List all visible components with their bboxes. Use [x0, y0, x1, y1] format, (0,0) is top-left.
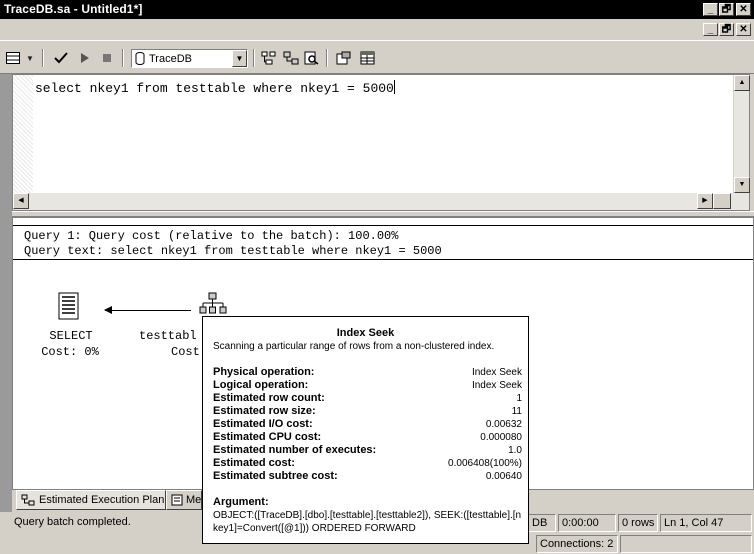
status-database: DB [528, 514, 556, 532]
magnifier-icon[interactable] [302, 49, 320, 67]
scroll-down-icon[interactable]: ▼ [734, 177, 750, 193]
tooltip-row: Logical operation: Index Seek [213, 379, 522, 392]
child-close-button[interactable]: ✕ [736, 23, 751, 36]
database-select[interactable]: TraceDB ▼ [131, 49, 248, 68]
property-name: Estimated row count: [213, 392, 325, 404]
property-name: Estimated cost: [213, 457, 295, 469]
tooltip-argument-label: Argument: [213, 496, 269, 508]
close-button[interactable]: ✕ [736, 3, 751, 16]
plan-flow-arrow [104, 306, 191, 314]
toolbar-separator [326, 49, 328, 67]
tooltip-row: Estimated subtree cost: 0.00640 [213, 470, 522, 483]
left-dock-edge [0, 74, 12, 554]
text-caret [393, 80, 395, 94]
property-name: Estimated subtree cost: [213, 470, 338, 482]
property-value: 0.000080 [480, 432, 522, 443]
toolbar-separator [253, 49, 255, 67]
child-restore-button[interactable]: 🗗 [719, 23, 734, 36]
scroll-up-icon[interactable]: ▲ [734, 75, 750, 91]
seek-node-cost: Cost [171, 345, 200, 359]
status-message: Query batch completed. [14, 516, 131, 528]
property-value: 1 [516, 393, 522, 404]
tooltip-row: Physical operation: Index Seek [213, 366, 522, 379]
select-node-icon[interactable] [57, 292, 81, 323]
property-value: 11 [511, 406, 522, 417]
restore-button[interactable]: 🗗 [719, 3, 734, 16]
tab-estimated-execution-plan[interactable]: Estimated Execution Plan [16, 490, 166, 510]
query-text-line: Query text: select nkey1 from testtable … [24, 244, 442, 258]
property-name: Estimated CPU cost: [213, 431, 322, 443]
tooltip-title: Index Seek [336, 327, 395, 339]
mdi-control-strip: _ 🗗 ✕ [0, 19, 754, 40]
tooltip-argument: OBJECT:([TraceDB].[dbo].[testtable].[tes… [213, 510, 522, 534]
index-seek-tooltip: Index Seek Scanning a particular range o… [202, 316, 529, 544]
query-cost-line: Query 1: Query cost (relative to the bat… [24, 229, 399, 243]
status-elapsed-time: 0:00:00 [558, 514, 616, 532]
tooltip-row: Estimated number of executes: 1.0 [213, 444, 522, 457]
results-mode-icon[interactable] [4, 49, 22, 67]
property-value: 0.00632 [485, 419, 522, 430]
seek-node-name: testtabl [139, 329, 197, 343]
editor-vertical-scrollbar[interactable]: ▲ ▼ [733, 75, 750, 193]
sql-editor[interactable]: select nkey1 from testtable where nkey1 … [12, 74, 750, 211]
tooltip-row: Estimated CPU cost: 0.000080 [213, 431, 522, 444]
scroll-right-icon[interactable]: ▶ [697, 193, 713, 209]
tooltip-row: Estimated cost: 0.006408(100%) [213, 457, 522, 470]
stop-icon[interactable] [98, 49, 116, 67]
toolbar-separator [122, 49, 124, 67]
parse-check-icon[interactable] [52, 49, 70, 67]
status-empty-cell [620, 535, 752, 553]
property-value: 0.00640 [485, 471, 522, 482]
editor-horizontal-scrollbar[interactable]: ◀ ▶ [13, 193, 749, 210]
status-row-count: 0 rows [618, 514, 658, 532]
editor-gutter [13, 75, 33, 210]
messages-tab-icon [171, 494, 183, 506]
sql-text-line: select nkey1 from testtable where nkey1 … [35, 80, 395, 96]
minimize-button[interactable]: _ [703, 3, 718, 16]
chevron-down-icon[interactable]: ▼ [232, 50, 247, 67]
property-name: Estimated I/O cost: [213, 418, 313, 430]
database-icon [135, 52, 145, 65]
display-plan-icon[interactable] [282, 49, 300, 67]
select-node-name: SELECT [49, 329, 93, 343]
child-minimize-button[interactable]: _ [703, 23, 718, 36]
window-title: TraceDB.sa - Untitled1*] [4, 2, 143, 16]
status-connections: Connections: 2 [536, 535, 618, 553]
scroll-left-icon[interactable]: ◀ [13, 193, 29, 209]
property-value: 0.006408(100%) [448, 458, 522, 469]
tooltip-properties: Physical operation: Index Seek Logical op… [213, 366, 522, 483]
results-grid-icon[interactable] [358, 49, 376, 67]
property-name: Logical operation: [213, 379, 309, 391]
properties-icon[interactable] [334, 49, 352, 67]
select-node-cost: Cost: 0% [41, 345, 99, 359]
property-value: Index Seek [471, 367, 522, 378]
sql-text: select nkey1 from testtable where nkey1 … [35, 81, 394, 96]
property-name: Physical operation: [213, 366, 315, 378]
property-value: 1.0 [508, 445, 522, 456]
tooltip-row: Estimated I/O cost: 0.00632 [213, 418, 522, 431]
object-browser-icon[interactable] [260, 49, 278, 67]
tab-messages[interactable]: Me [166, 490, 202, 510]
tab-label: Estimated Execution Plan [39, 494, 165, 506]
query-toolbar: ▼ TraceDB ▼ [0, 40, 754, 74]
chevron-down-icon[interactable]: ▼ [24, 49, 36, 67]
tooltip-row: Estimated row size: 11 [213, 405, 522, 418]
tab-label: Me [186, 494, 202, 506]
execute-play-icon[interactable] [76, 49, 94, 67]
property-name: Estimated number of executes: [213, 444, 377, 456]
title-bar: TraceDB.sa - Untitled1*] _ 🗗 ✕ [0, 0, 754, 19]
property-value: Index Seek [471, 380, 522, 391]
resize-grip[interactable] [713, 193, 731, 209]
toolbar-separator [42, 49, 44, 67]
tooltip-description: Scanning a particular range of rows from… [213, 341, 495, 352]
plan-tab-icon [21, 494, 35, 506]
status-cursor-position: Ln 1, Col 47 [660, 514, 752, 532]
property-name: Estimated row size: [213, 405, 316, 417]
tooltip-row: Estimated row count: 1 [213, 392, 522, 405]
database-name: TraceDB [149, 52, 192, 65]
